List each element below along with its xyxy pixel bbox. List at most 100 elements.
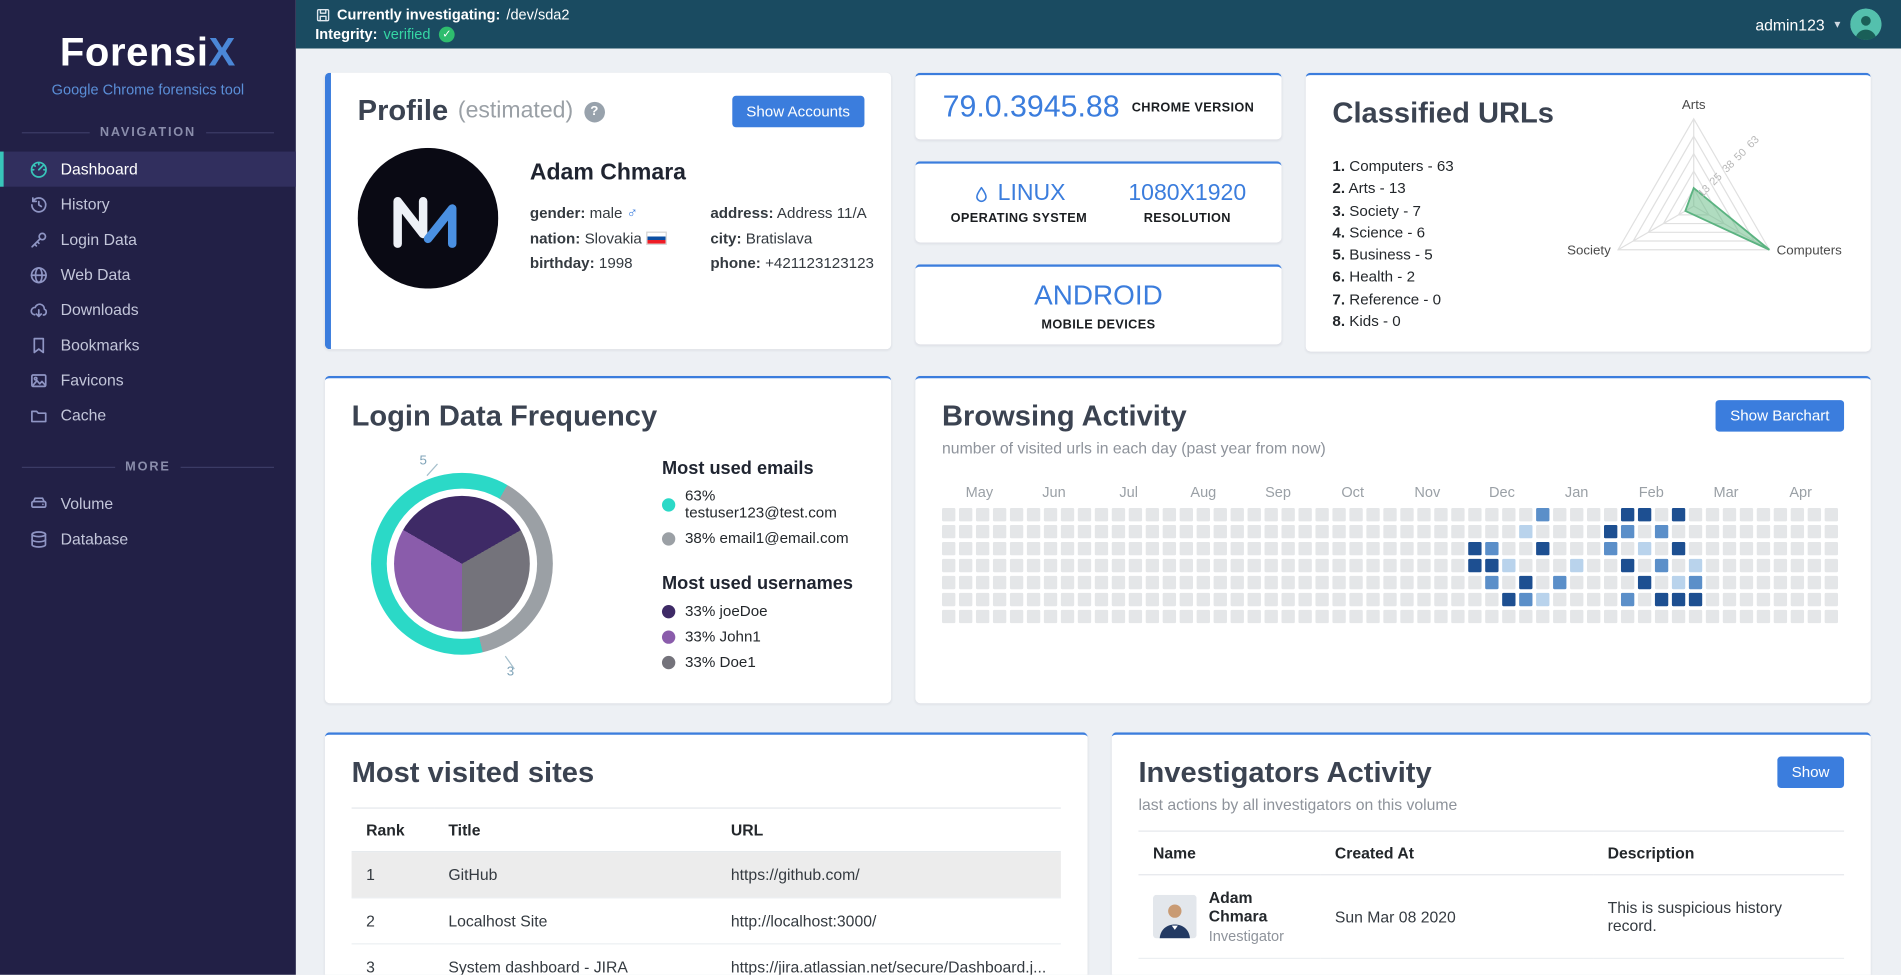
heatmap-cell[interactable] (1264, 541, 1278, 556)
heatmap-cell[interactable] (1502, 575, 1516, 590)
heatmap-cell[interactable] (1637, 592, 1652, 607)
heatmap-cell[interactable] (1739, 507, 1754, 522)
heatmap-cell[interactable] (1688, 592, 1703, 607)
heatmap-cell[interactable] (1790, 558, 1805, 573)
heatmap-cell[interactable] (1094, 524, 1109, 539)
heatmap-cell[interactable] (1128, 558, 1143, 573)
heatmap-cell[interactable] (1213, 541, 1227, 556)
heatmap-cell[interactable] (1400, 609, 1414, 624)
heatmap-cell[interactable] (1026, 575, 1041, 590)
heatmap-cell[interactable] (1009, 592, 1024, 607)
heatmap-cell[interactable] (1128, 592, 1143, 607)
heatmap-cell[interactable] (1366, 558, 1380, 573)
heatmap-cell[interactable] (1281, 592, 1295, 607)
show-barchart-button[interactable]: Show Barchart (1715, 400, 1845, 432)
heatmap-cell[interactable] (1654, 609, 1669, 624)
heatmap-cell[interactable] (1094, 507, 1109, 522)
heatmap-cell[interactable] (1315, 524, 1329, 539)
heatmap-cell[interactable] (1604, 558, 1618, 573)
sidebar-item-downloads[interactable]: Downloads (0, 292, 296, 327)
heatmap-cell[interactable] (1383, 558, 1397, 573)
heatmap-cell[interactable] (1468, 507, 1482, 522)
heatmap-cell[interactable] (1451, 524, 1465, 539)
sidebar-item-volume[interactable]: Volume (0, 486, 296, 521)
heatmap-cell[interactable] (1145, 524, 1160, 539)
heatmap-cell[interactable] (1264, 609, 1278, 624)
heatmap-cell[interactable] (1264, 558, 1278, 573)
heatmap-cell[interactable] (1807, 609, 1822, 624)
heatmap-cell[interactable] (1383, 575, 1397, 590)
heatmap-cell[interactable] (1519, 592, 1533, 607)
heatmap-cell[interactable] (1213, 592, 1227, 607)
heatmap-cell[interactable] (1637, 558, 1652, 573)
heatmap-cell[interactable] (1434, 541, 1448, 556)
heatmap-cell[interactable] (1790, 541, 1805, 556)
heatmap-cell[interactable] (1553, 558, 1567, 573)
heatmap-cell[interactable] (1417, 575, 1431, 590)
heatmap-cell[interactable] (1587, 575, 1601, 590)
heatmap-cell[interactable] (1570, 541, 1584, 556)
heatmap-cell[interactable] (1604, 592, 1618, 607)
heatmap-cell[interactable] (1502, 558, 1516, 573)
heatmap-cell[interactable] (1162, 524, 1177, 539)
heatmap-cell[interactable] (1196, 609, 1210, 624)
heatmap-cell[interactable] (1417, 541, 1431, 556)
heatmap-cell[interactable] (1400, 524, 1414, 539)
heatmap-cell[interactable] (1349, 558, 1363, 573)
heatmap-cell[interactable] (1705, 575, 1720, 590)
heatmap-cell[interactable] (1434, 524, 1448, 539)
heatmap-cell[interactable] (992, 609, 1007, 624)
heatmap-cell[interactable] (1383, 524, 1397, 539)
heatmap-cell[interactable] (1026, 558, 1041, 573)
heatmap-cell[interactable] (1468, 609, 1482, 624)
heatmap-cell[interactable] (1705, 524, 1720, 539)
heatmap-cell[interactable] (1383, 541, 1397, 556)
heatmap-cell[interactable] (1043, 541, 1058, 556)
heatmap-cell[interactable] (1620, 592, 1635, 607)
heatmap-cell[interactable] (1536, 558, 1550, 573)
heatmap-cell[interactable] (942, 507, 956, 522)
heatmap-cell[interactable] (1485, 507, 1499, 522)
heatmap-cell[interactable] (1468, 575, 1482, 590)
heatmap-cell[interactable] (1315, 507, 1329, 522)
table-row[interactable]: Adam Chmara Investigator Sun Mar 08 2020 Th… (1138, 874, 1845, 960)
heatmap-cell[interactable] (1077, 558, 1092, 573)
heatmap-cell[interactable] (1739, 609, 1754, 624)
heatmap-cell[interactable] (1298, 507, 1312, 522)
heatmap-cell[interactable] (1213, 507, 1227, 522)
heatmap-cell[interactable] (1043, 507, 1058, 522)
heatmap-cell[interactable] (1213, 558, 1227, 573)
heatmap-cell[interactable] (1145, 575, 1160, 590)
heatmap-cell[interactable] (1637, 524, 1652, 539)
heatmap-cell[interactable] (1145, 592, 1160, 607)
heatmap-cell[interactable] (942, 541, 956, 556)
heatmap-cell[interactable] (1315, 575, 1329, 590)
show-button[interactable]: Show (1777, 756, 1845, 789)
heatmap-cell[interactable] (1128, 524, 1143, 539)
heatmap-cell[interactable] (1434, 609, 1448, 624)
heatmap-cell[interactable] (1722, 592, 1737, 607)
heatmap-cell[interactable] (1790, 507, 1805, 522)
heatmap-cell[interactable] (1349, 524, 1363, 539)
heatmap-cell[interactable] (1009, 507, 1024, 522)
heatmap-cell[interactable] (1043, 524, 1058, 539)
heatmap-cell[interactable] (1009, 558, 1024, 573)
heatmap-cell[interactable] (1281, 609, 1295, 624)
heatmap-cell[interactable] (1128, 609, 1143, 624)
heatmap-cell[interactable] (1688, 541, 1703, 556)
heatmap-cell[interactable] (1654, 541, 1669, 556)
heatmap-cell[interactable] (1553, 592, 1567, 607)
heatmap-cell[interactable] (1281, 541, 1295, 556)
heatmap-cell[interactable] (1468, 541, 1482, 556)
heatmap-cell[interactable] (1434, 558, 1448, 573)
heatmap-cell[interactable] (1145, 541, 1160, 556)
heatmap-cell[interactable] (1298, 558, 1312, 573)
heatmap-cell[interactable] (1570, 507, 1584, 522)
heatmap-cell[interactable] (1026, 592, 1041, 607)
heatmap-cell[interactable] (1230, 575, 1244, 590)
heatmap-cell[interactable] (1077, 575, 1092, 590)
heatmap-cell[interactable] (1773, 524, 1788, 539)
heatmap-cell[interactable] (1570, 558, 1584, 573)
heatmap-cell[interactable] (1434, 575, 1448, 590)
heatmap-cell[interactable] (1111, 592, 1126, 607)
